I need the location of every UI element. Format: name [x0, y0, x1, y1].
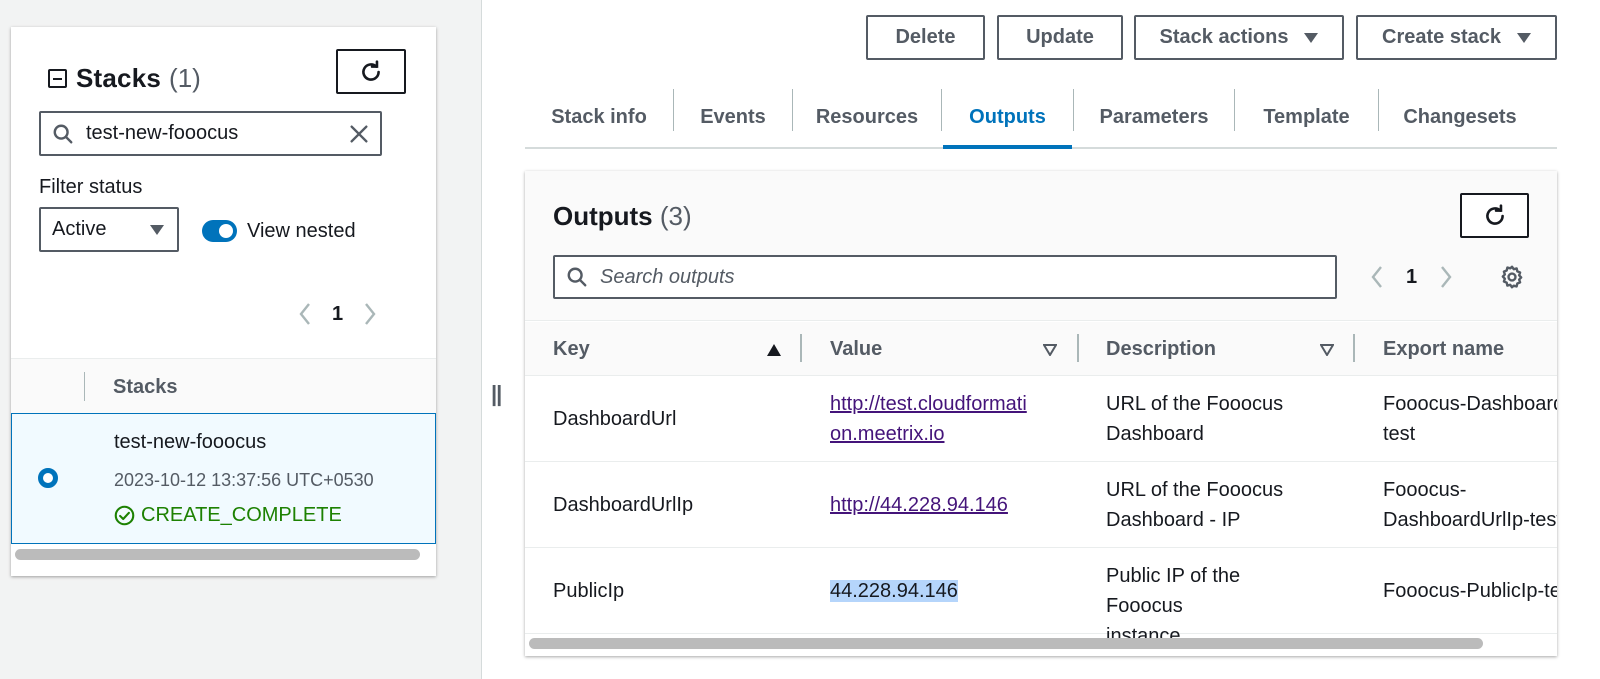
filter-status-label: Filter status	[39, 176, 143, 198]
stack-status-text: CREATE_COMPLETE	[141, 504, 342, 526]
tab-stack-info[interactable]: Stack info	[525, 87, 673, 147]
chevron-left-icon[interactable]	[298, 302, 312, 326]
outputs-refresh-button[interactable]	[1460, 193, 1529, 238]
sort-descending-icon[interactable]	[1319, 343, 1335, 361]
outputs-pagination: 1	[1370, 265, 1453, 289]
filter-status-value: Active	[52, 218, 107, 240]
update-label: Update	[1026, 26, 1094, 48]
stacks-count: (1)	[169, 63, 201, 93]
column-header-export-name[interactable]: Export name	[1383, 338, 1504, 361]
stack-actions-button[interactable]: Stack actions	[1134, 15, 1344, 60]
caret-down-icon	[1304, 32, 1319, 43]
table-row: DashboardUrlIp http://44.228.94.146 URL …	[525, 462, 1557, 548]
output-export-name: Fooocus- DashboardUrlIp-test	[1383, 479, 1557, 531]
output-key: DashboardUrlIp	[553, 494, 694, 516]
caret-down-icon	[149, 224, 165, 236]
output-description: URL of the Fooocus Dashboard	[1106, 393, 1284, 445]
success-icon	[114, 505, 135, 526]
stacks-panel: Stacks (1) test-new-fooocus Filter statu…	[11, 27, 436, 576]
column-header-key[interactable]: Key	[553, 338, 590, 361]
resize-handle-icon[interactable]: ||	[491, 381, 502, 407]
outputs-table-header: Key Value Description Export name	[525, 322, 1557, 376]
outputs-header: Outputs (3) 1	[525, 171, 1557, 321]
refresh-icon	[1482, 203, 1508, 229]
outputs-search-field[interactable]	[553, 255, 1337, 299]
stack-actions-label: Stack actions	[1159, 26, 1289, 48]
output-value: http://test.cloudformati on.meetrix.io	[830, 389, 1060, 449]
selected-text[interactable]: 44.228.94.146	[830, 580, 958, 602]
stacks-pagination: 1	[298, 302, 377, 326]
delete-label: Delete	[895, 26, 956, 48]
create-stack-button[interactable]: Create stack	[1356, 15, 1557, 60]
output-value-link[interactable]: http://test.cloudformati on.meetrix.io	[830, 393, 1027, 445]
stack-timestamp: 2023-10-12 13:37:56 UTC+0530	[114, 470, 374, 490]
outputs-horizontal-scrollbar[interactable]	[529, 638, 1483, 649]
column-header-description[interactable]: Description	[1106, 338, 1216, 361]
tab-resources[interactable]: Resources	[793, 87, 941, 147]
output-value-link[interactable]: http://44.228.94.146	[830, 494, 1008, 516]
stacks-header: Stacks (1)	[48, 63, 201, 94]
stack-radio[interactable]	[38, 468, 58, 488]
tab-template[interactable]: Template	[1235, 87, 1378, 147]
stacks-page-number[interactable]: 1	[332, 303, 343, 326]
column-resizer[interactable]	[1353, 334, 1355, 362]
chevron-left-icon[interactable]	[1370, 265, 1384, 289]
collapse-icon[interactable]	[48, 69, 67, 88]
outputs-search-input[interactable]	[600, 265, 1300, 289]
output-description: URL of the Fooocus Dashboard - IP	[1106, 479, 1284, 531]
chevron-right-icon[interactable]	[363, 302, 377, 326]
table-row: DashboardUrl http://test.cloudformati on.…	[525, 376, 1557, 462]
stack-name[interactable]: test-new-fooocus	[114, 431, 266, 454]
stack-detail-tabs: Stack info Events Resources Outputs Para…	[525, 87, 1557, 149]
outputs-title-text: Outputs	[553, 201, 653, 231]
stack-row[interactable]: test-new-fooocus 2023-10-12 13:37:56 UTC…	[11, 413, 436, 544]
gear-icon[interactable]	[1499, 264, 1525, 290]
tab-changesets[interactable]: Changesets	[1379, 87, 1541, 147]
column-header-value[interactable]: Value	[830, 338, 882, 361]
stack-status: CREATE_COMPLETE	[114, 504, 342, 527]
sort-ascending-icon[interactable]	[767, 343, 781, 361]
output-key: DashboardUrl	[553, 408, 677, 430]
search-icon	[52, 123, 74, 145]
search-icon	[566, 266, 588, 288]
output-value: http://44.228.94.146	[830, 490, 1060, 520]
stacks-search-value: test-new-fooocus	[86, 122, 239, 144]
table-row: PublicIp 44.228.94.146 Public IP of the …	[525, 548, 1557, 647]
tab-outputs[interactable]: Outputs	[943, 87, 1072, 149]
chevron-right-icon[interactable]	[1439, 265, 1453, 289]
stacks-horizontal-scrollbar[interactable]	[15, 549, 420, 560]
outputs-page-number[interactable]: 1	[1406, 266, 1417, 289]
caret-down-icon	[1516, 32, 1531, 43]
create-stack-label: Create stack	[1382, 26, 1501, 48]
refresh-icon	[358, 59, 384, 85]
delete-button[interactable]: Delete	[866, 15, 985, 60]
tab-parameters[interactable]: Parameters	[1074, 87, 1234, 147]
column-divider	[84, 372, 85, 401]
tab-events[interactable]: Events	[674, 87, 792, 147]
output-key: PublicIp	[553, 580, 625, 602]
view-nested-toggle[interactable]	[202, 220, 237, 242]
output-export-name: Fooocus-DashboardUrl-test	[1383, 393, 1557, 445]
stacks-column-header[interactable]: Stacks	[113, 376, 178, 399]
outputs-title: Outputs (3)	[553, 201, 692, 232]
outputs-count: (3)	[659, 201, 692, 231]
tab-divider	[941, 89, 942, 131]
output-value: 44.228.94.146	[830, 576, 1060, 606]
outputs-container: Outputs (3) 1	[525, 171, 1557, 656]
panel-divider	[481, 0, 482, 679]
stacks-refresh-button[interactable]	[336, 49, 406, 94]
update-button[interactable]: Update	[997, 15, 1123, 60]
stacks-table-header: Stacks	[11, 358, 436, 415]
sort-descending-icon[interactable]	[1042, 343, 1058, 361]
column-resizer[interactable]	[800, 334, 802, 362]
view-nested-label: View nested	[247, 220, 356, 242]
filter-status-select[interactable]: Active	[39, 207, 179, 252]
stacks-search-input[interactable]: test-new-fooocus	[39, 111, 382, 156]
clear-icon[interactable]	[348, 123, 370, 145]
output-export-name: Fooocus-PublicIp-test	[1383, 580, 1557, 602]
column-resizer[interactable]	[1077, 334, 1079, 362]
stacks-title: Stacks	[76, 63, 162, 93]
